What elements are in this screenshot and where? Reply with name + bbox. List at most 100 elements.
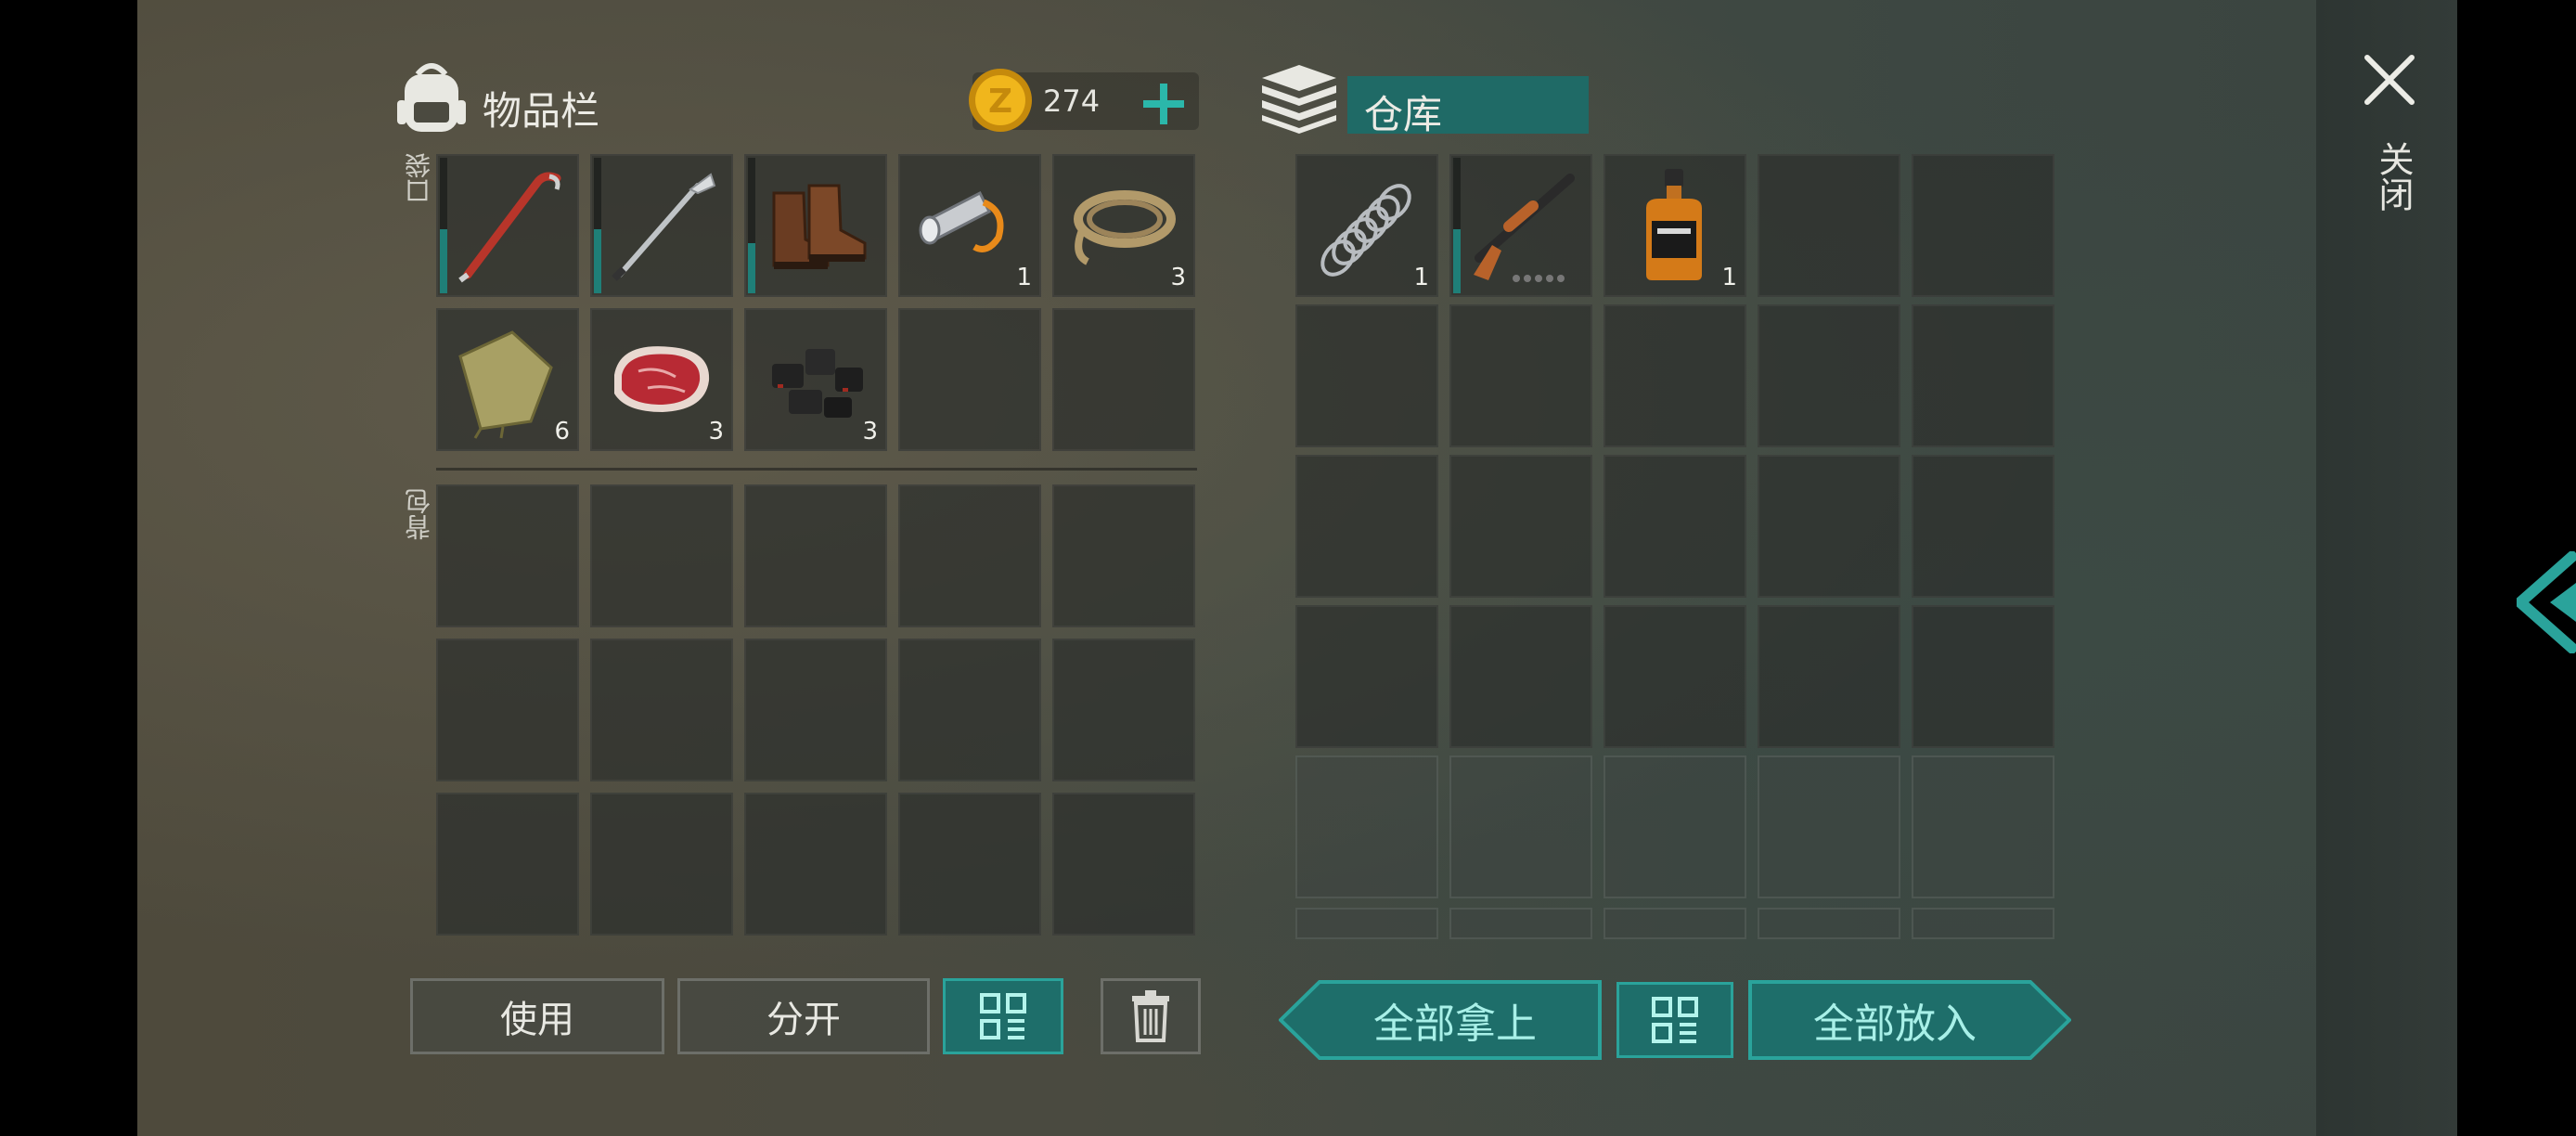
golf-club-icon <box>612 173 716 281</box>
storage-slot-locked <box>1604 755 1746 898</box>
spring-icon <box>1320 184 1411 277</box>
storage-slot-empty[interactable] <box>1604 304 1746 447</box>
use-button[interactable]: 使用 <box>410 978 664 1054</box>
backpack-slot[interactable] <box>898 484 1041 627</box>
backpack-slot[interactable] <box>898 793 1041 936</box>
flashlight-icon <box>919 190 1004 252</box>
pocket-slot-flashlight[interactable]: 1 <box>898 154 1041 297</box>
inventory-sort-button[interactable] <box>943 978 1063 1054</box>
trash-button[interactable] <box>1101 978 1201 1054</box>
storage-slot-whiskey[interactable]: 1 <box>1604 154 1746 297</box>
storage-sort-button[interactable] <box>1616 982 1733 1058</box>
boots-icon <box>772 184 867 269</box>
svg-text:Z: Z <box>988 83 1012 121</box>
storage-slot-empty[interactable] <box>1912 605 2054 748</box>
item-count: 3 <box>862 418 878 445</box>
backpack-icon <box>395 58 468 136</box>
durability-bar <box>594 228 601 293</box>
item-count: 1 <box>1721 264 1737 291</box>
backpack-slot[interactable] <box>1052 793 1195 936</box>
backpack-slot[interactable] <box>590 639 733 781</box>
backpack-slot[interactable] <box>436 793 579 936</box>
storage-slot-empty[interactable] <box>1912 304 2054 447</box>
item-count: 1 <box>1016 264 1032 291</box>
storage-slot-empty[interactable] <box>1449 304 1592 447</box>
close-button[interactable]: 关闭 <box>2357 52 2422 238</box>
storage-slot-locked <box>1449 755 1592 898</box>
storage-slot-locked <box>1295 755 1438 898</box>
item-count: 6 <box>554 418 570 445</box>
pocket-slot-golf-club[interactable] <box>590 154 733 297</box>
backpack-slot[interactable] <box>1052 639 1195 781</box>
storage-slot-empty[interactable] <box>1604 605 1746 748</box>
trash-icon <box>1132 990 1169 1042</box>
take-all-label: 全部拿上 <box>1373 1000 1537 1048</box>
coin-icon: Z <box>965 65 1036 136</box>
inventory-title: 物品栏 <box>483 88 600 134</box>
storage-icon <box>1258 61 1340 136</box>
pocket-slot-rope[interactable]: 3 <box>1052 154 1195 297</box>
storage-slot-empty[interactable] <box>1449 605 1592 748</box>
storage-slot-empty[interactable] <box>1758 605 1900 748</box>
add-coins-button[interactable] <box>1138 78 1190 130</box>
grid-sort-icon <box>1652 997 1698 1043</box>
durability-bar <box>1453 228 1461 293</box>
take-all-button[interactable]: 全部拿上 <box>1279 980 1604 1060</box>
backpack-slot[interactable] <box>744 484 887 627</box>
item-count: 3 <box>1170 264 1186 291</box>
backpack-slot[interactable] <box>744 639 887 781</box>
storage-slot-locked <box>1912 908 2054 939</box>
raw-meat-icon <box>614 346 710 412</box>
cloth-icon <box>458 330 553 439</box>
expand-arrow-icon[interactable] <box>2511 549 2576 656</box>
storage-slot-empty[interactable] <box>1758 304 1900 447</box>
storage-slot-locked <box>1604 908 1746 939</box>
backpack-slot[interactable] <box>590 793 733 936</box>
split-button[interactable]: 分开 <box>677 978 930 1054</box>
storage-slot-empty[interactable] <box>1912 154 2054 297</box>
backpack-slot[interactable] <box>898 639 1041 781</box>
backpack-slot[interactable] <box>436 484 579 627</box>
storage-slot-empty[interactable] <box>1912 455 2054 598</box>
put-all-label: 全部放入 <box>1813 1000 1977 1048</box>
item-count: 1 <box>1413 264 1429 291</box>
storage-slot-locked <box>1449 908 1592 939</box>
section-divider <box>436 468 1197 471</box>
storage-slot-locked <box>1758 755 1900 898</box>
durability-bar <box>440 228 447 293</box>
pocket-slot-coal[interactable]: 3 <box>744 308 887 451</box>
storage-slot-empty[interactable] <box>1295 455 1438 598</box>
storage-slot-empty[interactable] <box>1604 455 1746 598</box>
storage-slot-locked <box>1295 908 1438 939</box>
storage-title: 仓库 <box>1364 92 1443 137</box>
close-icon <box>2364 55 2415 105</box>
pocket-slot-raw-meat[interactable]: 3 <box>590 308 733 451</box>
pocket-slot-crowbar[interactable] <box>436 154 579 297</box>
backpack-slot[interactable] <box>744 793 887 936</box>
storage-slot-empty[interactable] <box>1758 154 1900 297</box>
backpack-slot[interactable] <box>590 484 733 627</box>
put-all-button[interactable]: 全部放入 <box>1746 980 2071 1060</box>
storage-slot-shotgun[interactable] <box>1449 154 1592 297</box>
storage-slot-locked <box>1758 908 1900 939</box>
storage-slot-locked <box>1912 755 2054 898</box>
whiskey-bottle-icon <box>1646 169 1702 280</box>
grid-sort-icon <box>980 993 1026 1039</box>
backpack-slot[interactable] <box>436 639 579 781</box>
storage-slot-empty[interactable] <box>1758 455 1900 598</box>
rope-icon <box>1074 190 1176 265</box>
coal-icon <box>772 349 863 418</box>
backpack-slot[interactable] <box>1052 484 1195 627</box>
close-label: 关闭 <box>2373 141 2414 212</box>
pocket-slot-empty[interactable] <box>898 308 1041 451</box>
item-count: 3 <box>708 418 724 445</box>
pocket-slot-boots[interactable] <box>744 154 887 297</box>
storage-slot-empty[interactable] <box>1295 304 1438 447</box>
pocket-slot-cloth[interactable]: 6 <box>436 308 579 451</box>
backpack-label: 背包 <box>404 488 434 540</box>
storage-slot-spring[interactable]: 1 <box>1295 154 1438 297</box>
storage-slot-empty[interactable] <box>1449 455 1592 598</box>
storage-slot-empty[interactable] <box>1295 605 1438 748</box>
pocket-label: 口袋 <box>404 152 434 204</box>
pocket-slot-empty[interactable] <box>1052 308 1195 451</box>
